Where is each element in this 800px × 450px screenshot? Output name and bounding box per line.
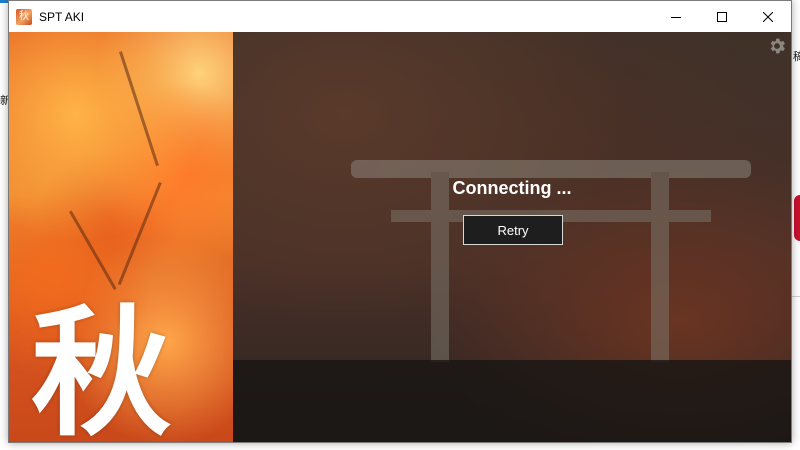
desktop-red-element [794, 195, 800, 241]
settings-button[interactable] [767, 36, 787, 56]
maximize-button[interactable] [699, 1, 745, 32]
window-title: SPT AKI [39, 9, 85, 24]
window-controls [653, 1, 791, 32]
app-logo-glyph: 秋 [19, 10, 29, 22]
connection-status-text: Connecting ... [452, 178, 572, 198]
autumn-kanji: 秋 [31, 292, 172, 443]
artwork-branch [117, 182, 162, 286]
gear-icon [770, 38, 785, 54]
artwork-branch [69, 210, 117, 290]
artwork-branch [119, 51, 159, 167]
close-icon [763, 11, 773, 22]
retry-button[interactable]: Retry [463, 215, 563, 245]
launcher-window: 秋 SPT AKI 秋 Connecting ... Retry [8, 0, 792, 443]
main-panel: Connecting ... Retry [233, 32, 791, 442]
torii-gate-background [351, 132, 751, 362]
minimize-icon [671, 16, 681, 18]
minimize-button[interactable] [653, 1, 699, 32]
close-button[interactable] [745, 1, 791, 32]
autumn-artwork-panel: 秋 [9, 32, 233, 443]
app-logo-icon: 秋 [16, 8, 32, 25]
desktop-right-text: 稿 [793, 50, 800, 62]
maximize-icon [717, 11, 727, 22]
title-bar[interactable]: 秋 SPT AKI [9, 1, 791, 32]
bottom-dark-band [233, 360, 791, 442]
desktop-divider [792, 296, 800, 297]
